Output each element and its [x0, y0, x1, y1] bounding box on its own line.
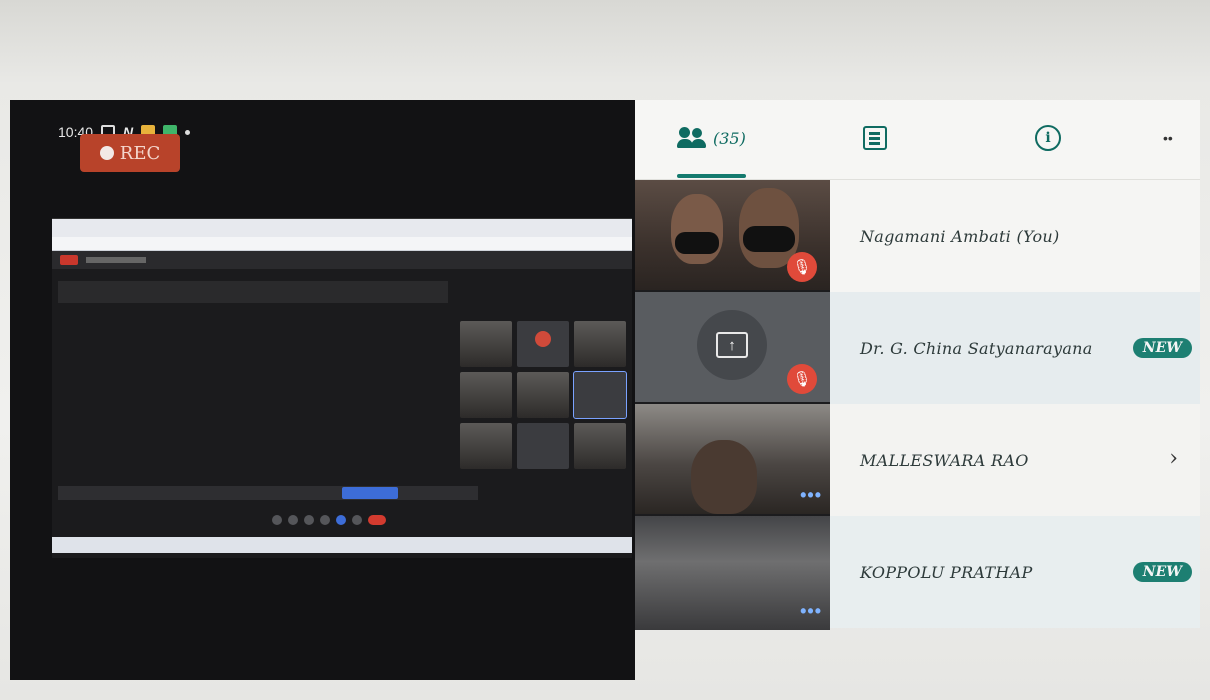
chat-icon	[863, 126, 887, 150]
toolbar-text	[86, 257, 146, 263]
tab-chat[interactable]	[863, 118, 887, 158]
participant-mask	[743, 226, 795, 252]
participant-tiles: 🎙 ↑ 🎙 ••• •••	[635, 180, 830, 630]
chevron-right-icon[interactable]: ›	[1169, 446, 1178, 471]
participant-name: Nagamani Ambati (You)	[860, 226, 1060, 246]
presented-controls	[272, 515, 386, 525]
participant-tile[interactable]: 🎙	[635, 180, 830, 290]
new-badge: NEW	[1132, 562, 1192, 582]
control-dot	[288, 515, 298, 525]
rec-label: REC	[119, 142, 161, 164]
screen-share-icon: ↑	[716, 332, 748, 358]
active-tab-indicator	[677, 174, 746, 178]
presented-tile	[460, 372, 512, 418]
presented-taskbar	[52, 537, 632, 553]
participant-name: KOPPOLU PRATHAP	[860, 562, 1033, 582]
recording-indicator: REC	[80, 134, 180, 172]
participant-tile-presenting[interactable]: ↑ 🎙	[635, 292, 830, 402]
presented-tile	[574, 423, 626, 469]
presented-blue-button	[342, 487, 398, 499]
meeting-screen: 10:40 N REC (35) i •• 🎙 ↑ 🎙 ••• ••• Naga…	[10, 100, 1200, 680]
more-icon: ••	[1163, 130, 1173, 146]
control-dot	[320, 515, 330, 525]
presentation-banner	[58, 281, 448, 303]
browser-addressbar	[52, 237, 632, 251]
end-call-icon	[368, 515, 386, 525]
mic-off-icon: 🎙	[787, 252, 817, 282]
presented-tile	[573, 371, 627, 419]
participant-name: MALLESWARA RAO	[860, 450, 1029, 470]
presented-tile	[517, 372, 569, 418]
participant-row[interactable]: KOPPOLU PRATHAP NEW	[830, 516, 1200, 628]
control-dot	[336, 515, 346, 525]
people-icon	[677, 127, 707, 149]
live-indicator	[60, 255, 78, 265]
participant-name: Dr. G. China Satyanarayana	[860, 338, 1093, 358]
presented-tile	[460, 423, 512, 469]
notification-dot-icon	[185, 129, 191, 135]
control-dot	[352, 515, 362, 525]
shared-screen[interactable]: 10:40 N REC	[10, 100, 635, 680]
tile-more-icon[interactable]: •••	[800, 485, 822, 506]
participant-tile[interactable]: •••	[635, 516, 830, 630]
new-badge: NEW	[1132, 338, 1192, 358]
participant-row[interactable]: Dr. G. China Satyanarayana NEW	[830, 292, 1200, 404]
presented-tile	[574, 321, 626, 367]
participant-row[interactable]: Nagamani Ambati (You)	[830, 180, 1200, 292]
participant-row[interactable]: MALLESWARA RAO ›	[830, 404, 1200, 516]
avatar-icon	[535, 331, 551, 348]
control-dot	[304, 515, 314, 525]
participant-tile[interactable]: •••	[635, 404, 830, 514]
sidebar-tabs: (35) i ••	[635, 100, 1200, 180]
presented-tile	[460, 321, 512, 367]
presented-participant-grid	[460, 321, 630, 471]
presented-tile	[517, 321, 569, 367]
speaker-off-icon: 🎙	[787, 364, 817, 394]
info-icon: i	[1035, 125, 1061, 151]
control-dot	[272, 515, 282, 525]
record-dot-icon	[99, 146, 114, 160]
presenting-indicator: ↑	[697, 310, 767, 380]
participant-list: Nagamani Ambati (You) Dr. G. China Satya…	[830, 180, 1200, 630]
browser-tabbar	[52, 219, 632, 237]
presented-tile	[517, 423, 569, 469]
participant-mask	[675, 232, 719, 254]
tab-people[interactable]: (35)	[677, 118, 746, 178]
meeting-toolbar	[52, 251, 632, 269]
more-options-button[interactable]: ••	[1163, 118, 1173, 158]
participant-face	[691, 440, 757, 514]
presented-desktop	[52, 218, 632, 558]
participant-count: (35)	[713, 128, 746, 148]
tab-info[interactable]: i	[1035, 118, 1061, 158]
presented-notice	[58, 486, 478, 500]
tile-more-icon[interactable]: •••	[800, 601, 822, 622]
